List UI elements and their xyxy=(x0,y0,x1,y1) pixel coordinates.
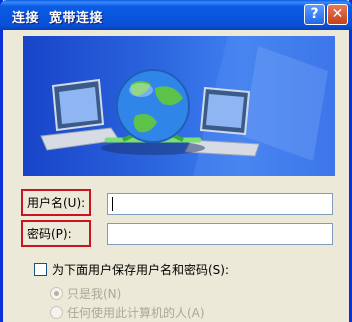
radio-anyone[interactable] xyxy=(50,306,63,319)
window-title: 连接 宽带连接 xyxy=(12,11,104,26)
globe-icon xyxy=(116,69,190,143)
password-label: 密码(P): xyxy=(27,227,72,241)
save-credentials-checkbox[interactable] xyxy=(34,263,47,276)
text-caret xyxy=(112,197,113,211)
radio-only-me[interactable] xyxy=(50,287,63,300)
title-bar[interactable]: 连接 宽带连接 ? ✕ xyxy=(0,0,352,30)
radio-anyone-label[interactable]: 任何使用此计算机的人(A) xyxy=(67,304,205,321)
username-label: 用户名(U): xyxy=(27,196,86,210)
help-button[interactable]: ? xyxy=(304,4,325,25)
close-button[interactable]: ✕ xyxy=(327,4,348,25)
password-input[interactable] xyxy=(107,223,333,245)
network-connection-illustration xyxy=(40,36,335,176)
radio-only-me-label[interactable]: 只是我(N) xyxy=(67,285,121,302)
username-input[interactable] xyxy=(107,193,333,215)
save-credentials-label[interactable]: 为下面用户保存用户名和密码(S): xyxy=(52,261,229,278)
dialog-window: 连接 宽带连接 ? ✕ 用户名(U): 密码(P): 为下面用户保存用户名和密码… xyxy=(0,0,352,322)
network-banner xyxy=(23,36,335,176)
